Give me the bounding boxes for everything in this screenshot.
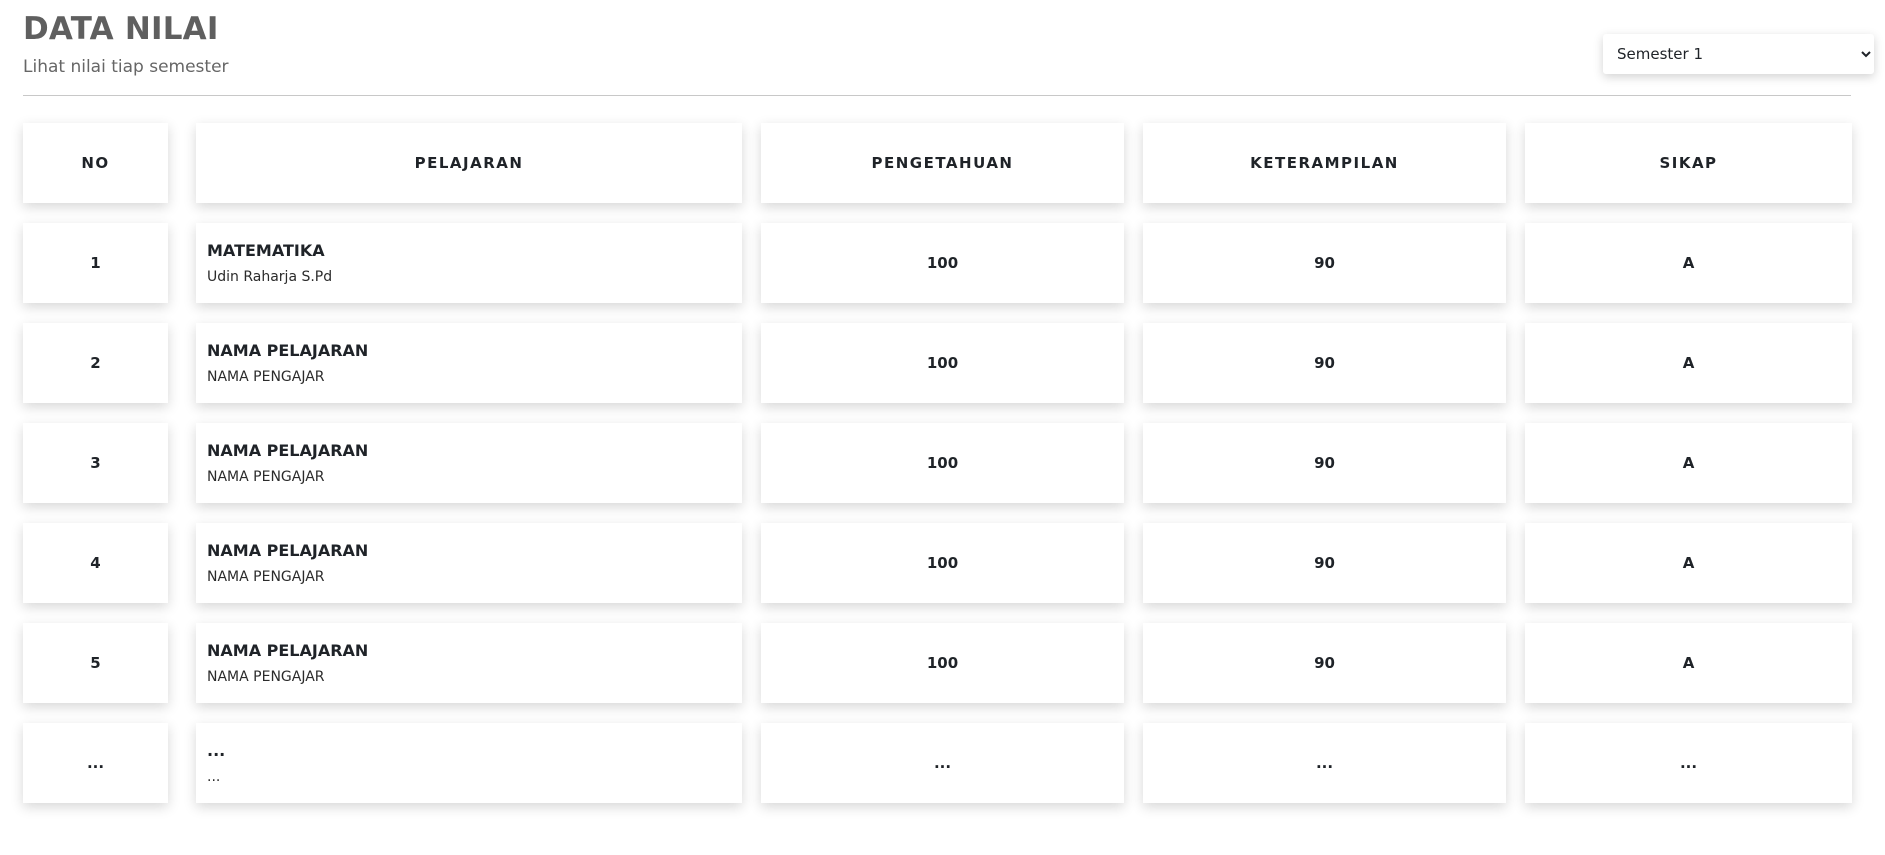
keterampilan-score: 90 <box>1143 423 1506 503</box>
sikap-grade: ... <box>1525 723 1852 803</box>
table-row: 5 NAMA PELAJARAN NAMA PENGAJAR 100 90 A <box>23 623 1854 703</box>
column-header-keterampilan: KETERAMPILAN <box>1143 123 1506 203</box>
lesson-name: NAMA PELAJARAN <box>207 641 369 660</box>
teacher-name: NAMA PENGAJAR <box>207 369 325 385</box>
lesson-cell: NAMA PELAJARAN NAMA PENGAJAR <box>196 623 742 703</box>
lesson-name: NAMA PELAJARAN <box>207 441 369 460</box>
lesson-cell: MATEMATIKA Udin Raharja S.Pd <box>196 223 742 303</box>
sikap-grade: A <box>1525 423 1852 503</box>
table-row: 4 NAMA PELAJARAN NAMA PENGAJAR 100 90 A <box>23 523 1854 603</box>
lesson-cell: ... ... <box>196 723 742 803</box>
pengetahuan-score: 100 <box>761 423 1124 503</box>
row-number: ... <box>23 723 168 803</box>
page-header: DATA NILAI Lihat nilai tiap semester Sem… <box>23 10 1874 96</box>
pengetahuan-score: 100 <box>761 223 1124 303</box>
lesson-cell: NAMA PELAJARAN NAMA PENGAJAR <box>196 323 742 403</box>
table-row: 3 NAMA PELAJARAN NAMA PENGAJAR 100 90 A <box>23 423 1854 503</box>
teacher-name: NAMA PENGAJAR <box>207 569 325 585</box>
sikap-grade: A <box>1525 223 1852 303</box>
table-header-row: NO PELAJARAN PENGETAHUAN KETERAMPILAN SI… <box>23 123 1854 203</box>
row-number: 3 <box>23 423 168 503</box>
pengetahuan-score: ... <box>761 723 1124 803</box>
lesson-name: MATEMATIKA <box>207 241 325 260</box>
row-number: 4 <box>23 523 168 603</box>
table-row: 2 NAMA PELAJARAN NAMA PENGAJAR 100 90 A <box>23 323 1854 403</box>
keterampilan-score: 90 <box>1143 623 1506 703</box>
grades-table: NO PELAJARAN PENGETAHUAN KETERAMPILAN SI… <box>23 123 1854 823</box>
row-number: 5 <box>23 623 168 703</box>
page: DATA NILAI Lihat nilai tiap semester Sem… <box>0 0 1885 855</box>
page-title: DATA NILAI <box>23 11 219 47</box>
column-header-no: NO <box>23 123 168 203</box>
column-header-pengetahuan: PENGETAHUAN <box>761 123 1124 203</box>
lesson-cell: NAMA PELAJARAN NAMA PENGAJAR <box>196 523 742 603</box>
sikap-grade: A <box>1525 623 1852 703</box>
table-row: ... ... ... ... ... ... <box>23 723 1854 803</box>
keterampilan-score: 90 <box>1143 523 1506 603</box>
lesson-name: ... <box>207 741 226 760</box>
lesson-name: NAMA PELAJARAN <box>207 341 369 360</box>
teacher-name: NAMA PENGAJAR <box>207 469 325 485</box>
keterampilan-score: ... <box>1143 723 1506 803</box>
sikap-grade: A <box>1525 323 1852 403</box>
sikap-grade: A <box>1525 523 1852 603</box>
semester-select[interactable]: Semester 1 <box>1603 34 1874 74</box>
lesson-cell: NAMA PELAJARAN NAMA PENGAJAR <box>196 423 742 503</box>
teacher-name: ... <box>207 769 221 785</box>
teacher-name: Udin Raharja S.Pd <box>207 269 333 285</box>
keterampilan-score: 90 <box>1143 323 1506 403</box>
column-header-sikap: SIKAP <box>1525 123 1852 203</box>
header-divider <box>23 95 1851 96</box>
keterampilan-score: 90 <box>1143 223 1506 303</box>
table-row: 1 MATEMATIKA Udin Raharja S.Pd 100 90 A <box>23 223 1854 303</box>
lesson-name: NAMA PELAJARAN <box>207 541 369 560</box>
pengetahuan-score: 100 <box>761 323 1124 403</box>
pengetahuan-score: 100 <box>761 523 1124 603</box>
pengetahuan-score: 100 <box>761 623 1124 703</box>
row-number: 2 <box>23 323 168 403</box>
page-subtitle: Lihat nilai tiap semester <box>23 57 229 77</box>
column-header-pelajaran: PELAJARAN <box>196 123 742 203</box>
row-number: 1 <box>23 223 168 303</box>
teacher-name: NAMA PENGAJAR <box>207 669 325 685</box>
